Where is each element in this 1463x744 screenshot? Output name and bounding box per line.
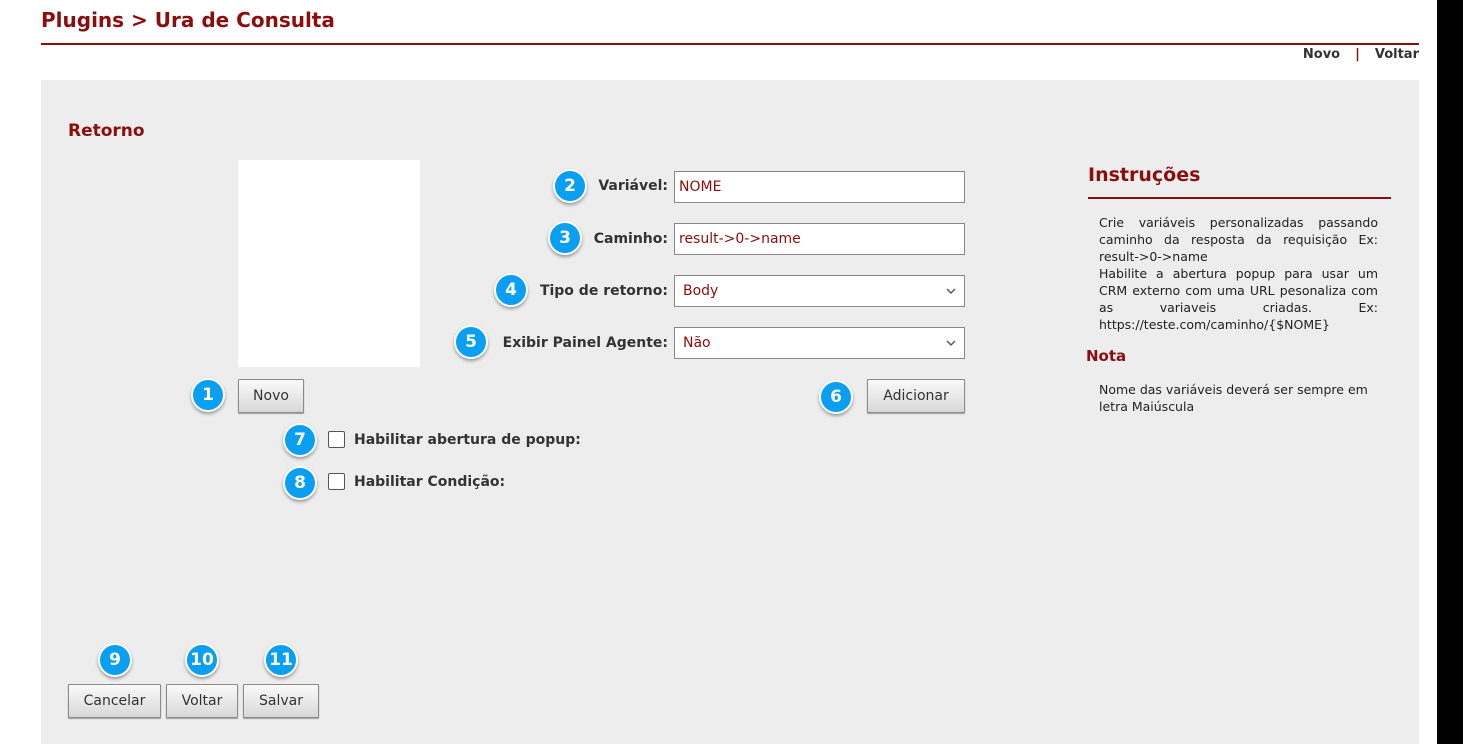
step-badge-8: 8 [283, 466, 317, 500]
novo-button[interactable]: Novo [238, 379, 304, 413]
exibir-painel-label: Exibir Painel Agente: [502, 335, 668, 351]
nota-title: Nota [1086, 347, 1127, 365]
page: Plugins > Ura de Consulta Novo | Voltar … [0, 0, 1463, 744]
step-badge-3: 3 [548, 221, 582, 255]
right-border [1437, 0, 1463, 744]
tipo-retorno-label: Tipo de retorno: [539, 283, 668, 299]
nota-text: Nome das variáveis deverá ser sempre em … [1099, 382, 1368, 414]
instructions-text: Crie variáveis personalizadas passando c… [1099, 214, 1378, 333]
step-badge-1: 1 [191, 378, 225, 412]
chevron-down-icon [946, 286, 956, 296]
instructions-title: Instruções [1088, 164, 1201, 186]
step-badge-10: 10 [185, 643, 219, 677]
exibir-painel-value: Não [683, 335, 711, 351]
chevron-down-icon [946, 338, 956, 348]
top-novo-link[interactable]: Novo [1303, 47, 1340, 62]
popup-checkbox[interactable] [328, 431, 345, 448]
top-voltar-link[interactable]: Voltar [1375, 47, 1419, 62]
instructions-divider [1088, 197, 1391, 199]
step-badge-6: 6 [819, 380, 853, 414]
tipo-retorno-value: Body [683, 283, 719, 299]
instructions-line: Crie variáveis personalizadas passando c… [1099, 215, 1378, 264]
step-badge-7: 7 [283, 423, 317, 457]
tipo-retorno-select[interactable]: Body [674, 275, 965, 307]
step-badge-11: 11 [264, 643, 298, 677]
step-badge-4: 4 [494, 273, 528, 307]
top-links-separator: | [1355, 47, 1360, 62]
caminho-input[interactable] [674, 223, 965, 255]
condicao-checkbox-row: Habilitar Condição: [328, 473, 505, 490]
section-title: Retorno [68, 121, 145, 141]
popup-checkbox-row: Habilitar abertura de popup: [328, 431, 581, 448]
condicao-checkbox[interactable] [328, 473, 345, 490]
step-badge-2: 2 [553, 169, 587, 203]
adicionar-button[interactable]: Adicionar [867, 379, 965, 413]
variavel-label: Variável: [598, 178, 668, 194]
header-divider [41, 43, 1419, 45]
page-title: Plugins > Ura de Consulta [41, 8, 335, 32]
variavel-input[interactable] [674, 171, 965, 203]
caminho-label: Caminho: [593, 231, 668, 247]
condicao-checkbox-label: Habilitar Condição: [354, 473, 506, 490]
variables-list[interactable] [238, 160, 420, 367]
step-badge-5: 5 [454, 325, 488, 359]
instructions-line: Habilite a abertura popup para usar um C… [1099, 266, 1378, 332]
salvar-button[interactable]: Salvar [243, 684, 319, 718]
step-badge-9: 9 [98, 643, 132, 677]
cancelar-button[interactable]: Cancelar [68, 684, 161, 718]
popup-checkbox-label: Habilitar abertura de popup: [354, 431, 581, 448]
voltar-button[interactable]: Voltar [166, 684, 238, 718]
top-links: Novo | Voltar [1303, 47, 1419, 62]
exibir-painel-select[interactable]: Não [674, 327, 965, 359]
